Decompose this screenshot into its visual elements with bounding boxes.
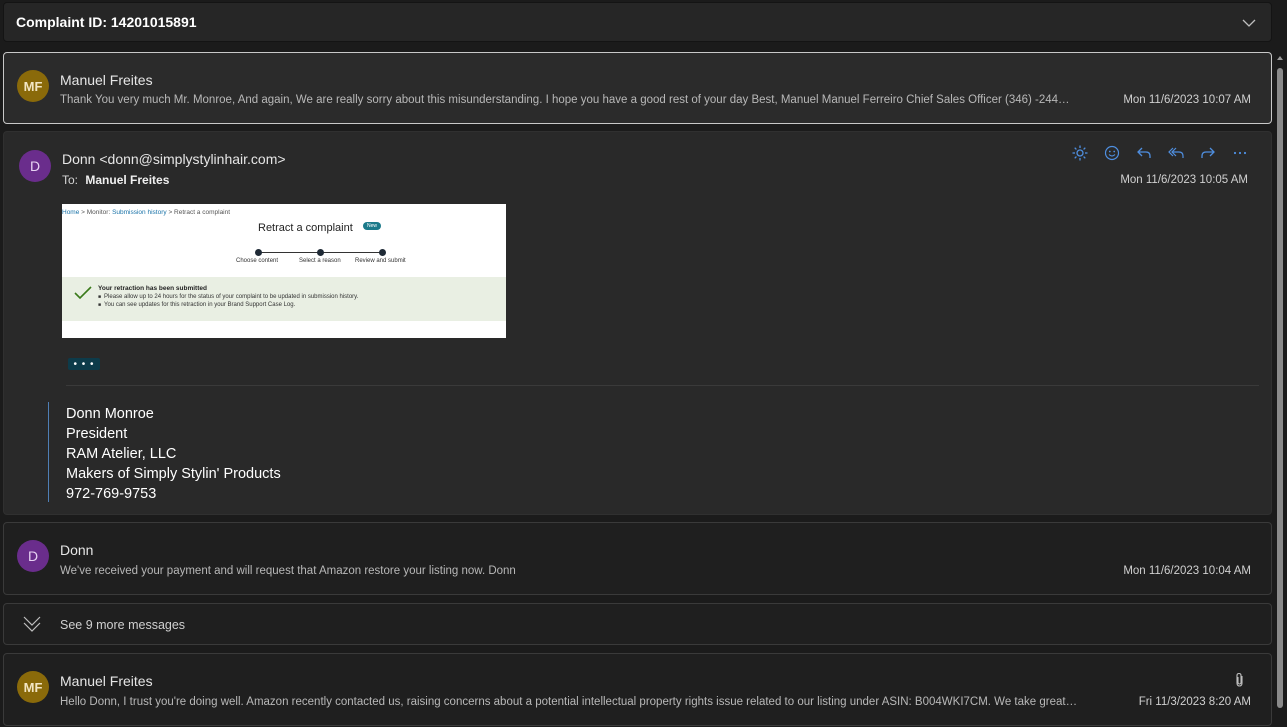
reply-icon[interactable]	[1135, 144, 1153, 162]
signature-rule	[48, 402, 49, 502]
reply-all-icon[interactable]	[1167, 144, 1185, 162]
message-preview: Thank You very much Mr. Monroe, And agai…	[60, 94, 1070, 106]
recipient-line: To: Manuel Freites	[62, 173, 169, 187]
signature-block: Donn Monroe President RAM Atelier, LLC M…	[66, 404, 281, 504]
breadcrumb: Home > Monitor: Submission history > Ret…	[62, 209, 230, 216]
success-line: Please allow up to 24 hours for the stat…	[98, 294, 358, 300]
crumb-home: Home	[62, 209, 80, 216]
forward-icon[interactable]	[1199, 144, 1217, 162]
message-item[interactable]: MF Manuel Freites Thank You very much Mr…	[3, 52, 1272, 124]
crumb-submission-history: Submission history	[112, 209, 167, 216]
more-icon[interactable]	[1231, 144, 1249, 162]
crumb-separator: >	[81, 209, 85, 216]
step-dot	[255, 249, 262, 256]
message-item[interactable]: D Donn We've received your payment and w…	[3, 522, 1272, 595]
signature-line: Makers of Simply Stylin' Products	[66, 466, 281, 482]
success-line: You can see updates for this retraction …	[98, 302, 295, 308]
step-label: Choose content	[236, 258, 279, 264]
conversation-subject: Complaint ID: 14201015891	[16, 14, 197, 30]
double-chevron-down-icon	[23, 616, 41, 632]
message-expanded: D Donn <donn@simplystylinhair.com> To: M…	[3, 131, 1272, 515]
message-time: Mon 11/6/2023 10:07 AM	[1123, 94, 1251, 106]
see-more-label: See 9 more messages	[60, 618, 186, 632]
divider	[66, 385, 1259, 386]
emoji-icon[interactable]	[1103, 144, 1121, 162]
message-preview: We've received your payment and will req…	[60, 565, 516, 577]
scrollbar[interactable]	[1273, 46, 1287, 727]
avatar: D	[19, 150, 51, 182]
signature-line: 972-769-9753	[66, 486, 157, 502]
embedded-screenshot: Home > Monitor: Submission history > Ret…	[62, 204, 506, 338]
message-time: Fri 11/3/2023 8:20 AM	[1138, 696, 1251, 708]
avatar: D	[17, 540, 49, 572]
see-more-messages[interactable]: See 9 more messages	[3, 603, 1272, 645]
sender-name[interactable]: Donn <donn@simplystylinhair.com>	[62, 151, 286, 167]
signature-line: Donn Monroe	[66, 406, 154, 422]
recipient-name[interactable]: Manuel Freites	[85, 173, 169, 187]
step-dot	[317, 249, 324, 256]
step-label: Select a reason	[299, 258, 341, 264]
message-time: Mon 11/6/2023 10:05 AM	[1120, 174, 1248, 186]
sender-name: Donn	[60, 542, 94, 558]
signature-line: RAM Atelier, LLC	[66, 446, 177, 462]
message-time: Mon 11/6/2023 10:04 AM	[1123, 565, 1251, 577]
scroll-up-arrow[interactable]	[1277, 56, 1283, 60]
new-badge: New	[363, 222, 382, 230]
success-banner: Your retraction has been submitted Pleas…	[62, 277, 506, 321]
checkmark-icon	[74, 286, 92, 300]
paperclip-icon	[1236, 672, 1243, 687]
signature-line: President	[66, 426, 128, 442]
to-label: To:	[62, 173, 79, 187]
avatar: MF	[17, 671, 49, 703]
chevron-down-icon[interactable]	[1241, 15, 1257, 31]
message-actions	[1071, 144, 1249, 162]
crumb-current: Retract a complaint	[174, 209, 231, 216]
avatar: MF	[17, 70, 49, 102]
message-item[interactable]: MF Manuel Freites Hello Donn, I trust yo…	[3, 653, 1272, 726]
sun-icon[interactable]	[1071, 144, 1089, 162]
show-trimmed-content-button[interactable]: • • •	[68, 358, 100, 370]
crumb-separator: >	[168, 209, 173, 216]
step-dot	[379, 249, 386, 256]
scrollbar-thumb[interactable]	[1277, 68, 1283, 708]
sender-name: Manuel Freites	[60, 673, 153, 689]
crumb-monitor: Monitor:	[86, 209, 111, 216]
screenshot-title: Retract a complaint	[258, 222, 353, 234]
sender-name: Manuel Freites	[60, 72, 153, 88]
message-preview: Hello Donn, I trust you're doing well. A…	[60, 696, 1080, 708]
step-label: Review and submit	[355, 258, 406, 264]
success-title: Your retraction has been submitted	[98, 285, 207, 292]
conversation-header[interactable]: Complaint ID: 14201015891	[3, 2, 1272, 42]
